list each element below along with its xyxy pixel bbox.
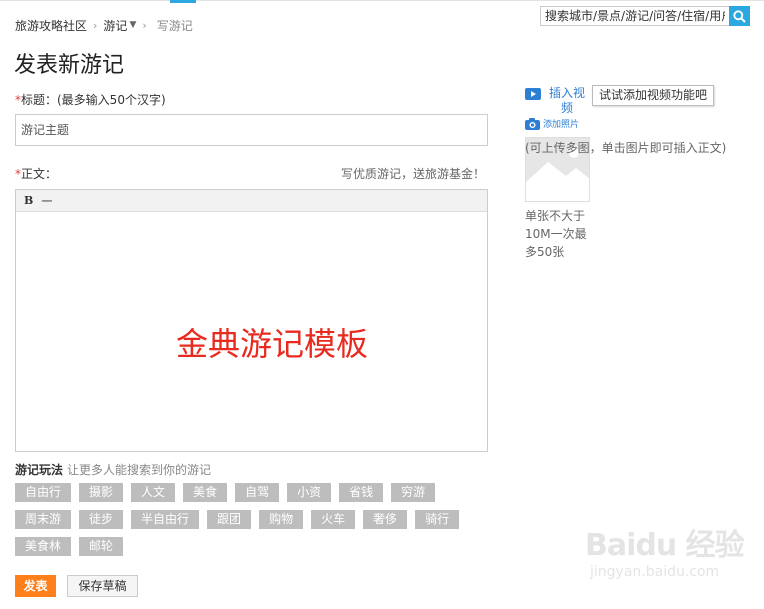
tag[interactable]: 省钱	[339, 483, 384, 502]
tag[interactable]: 奢侈	[363, 510, 408, 529]
caret-down-icon[interactable]: ▼	[129, 20, 136, 30]
baidu-logo: Baidu 经验	[585, 528, 745, 563]
breadcrumb: 旅游攻略社区 › 游记 ▼ › 写游记	[15, 15, 193, 35]
body-label: *正文：	[15, 165, 57, 182]
title-label-text: 标题：(最多输入50个汉字)	[21, 93, 166, 107]
size-hint: 单张不大于10M一次最多50张	[525, 209, 587, 259]
video-icon	[525, 88, 541, 100]
search-box	[540, 6, 750, 26]
search-icon	[733, 9, 746, 23]
breadcrumb-separator: ›	[142, 18, 147, 32]
tags-title: 游记玩法 让更多人能搜索到你的游记	[15, 461, 211, 478]
page-title: 发表新游记	[14, 53, 125, 78]
tag[interactable]: 火车	[311, 510, 356, 529]
tag-row: 周末游 徒步 半自由行 跟团 购物 火车 奢侈 骑行	[15, 510, 495, 529]
body-hint: 写优质游记，送旅游基金！	[340, 167, 485, 181]
tag[interactable]: 邮轮	[79, 537, 124, 556]
baidu-watermark: Baidu 经验 jingyan.baidu.com	[585, 520, 760, 600]
editor-toolbar: B 一	[16, 190, 487, 212]
add-photo[interactable]: 添加照片	[525, 117, 579, 130]
tag[interactable]: 人文	[131, 483, 176, 502]
title-input[interactable]	[15, 114, 488, 146]
tags-subtitle: 让更多人能搜索到你的游记	[67, 463, 212, 477]
bold-button[interactable]: B	[24, 194, 33, 207]
tag-row: 自由行 摄影 人文 美食 自驾 小资 省钱 穷游	[15, 483, 495, 502]
title-label: *标题：(最多输入50个汉字)	[15, 91, 166, 108]
tag[interactable]: 美食林	[15, 537, 72, 556]
editor-overlay-text: 金典游记模板	[176, 325, 369, 363]
add-photo-label[interactable]: 添加照片	[543, 117, 579, 130]
top-divider	[0, 0, 764, 3]
publish-button[interactable]: 发表	[15, 575, 56, 597]
upload-hint: (可上传多图，单击图片即可插入正文)	[525, 141, 727, 155]
breadcrumb-current: 写游记	[156, 18, 193, 33]
tag[interactable]: 美食	[183, 483, 228, 502]
save-draft-button[interactable]: 保存草稿	[67, 575, 138, 597]
tag-list: 自由行 摄影 人文 美食 自驾 小资 省钱 穷游 周末游 徒步 半自由行 跟团 …	[15, 483, 495, 564]
tag-row: 美食林 邮轮	[15, 537, 495, 556]
camera-icon	[525, 117, 540, 130]
tag[interactable]: 穷游	[391, 483, 436, 502]
tag[interactable]: 周末游	[15, 510, 72, 529]
insert-video-label[interactable]: 插入视频	[545, 86, 589, 116]
breadcrumb-community[interactable]: 旅游攻略社区	[15, 17, 87, 34]
tag[interactable]: 小资	[287, 483, 332, 502]
body-label-text: 正文：	[21, 167, 58, 181]
tag[interactable]: 骑行	[415, 510, 460, 529]
tag[interactable]: 自由行	[15, 483, 72, 502]
search-button[interactable]	[729, 6, 750, 26]
search-input[interactable]	[540, 6, 729, 26]
tag[interactable]: 摄影	[79, 483, 124, 502]
rich-text-editor: B 一 金典游记模板	[15, 189, 488, 452]
tag[interactable]: 自驾	[235, 483, 280, 502]
tag[interactable]: 跟团	[207, 510, 252, 529]
tag[interactable]: 购物	[259, 510, 304, 529]
insert-video[interactable]: 插入视频	[525, 86, 589, 116]
tag[interactable]: 半自由行	[131, 510, 200, 529]
tag[interactable]: 徒步	[79, 510, 124, 529]
editor-body[interactable]: 金典游记模板	[16, 212, 487, 451]
breadcrumb-separator: ›	[93, 18, 98, 32]
video-tooltip: 试试添加视频功能吧	[592, 85, 715, 106]
top-accent-bar	[170, 0, 196, 3]
tags-heading: 游记玩法	[15, 463, 64, 477]
horizontal-line-button[interactable]: 一	[41, 193, 52, 209]
breadcrumb-section[interactable]: 游记	[103, 17, 127, 34]
baidu-url: jingyan.baidu.com	[590, 564, 720, 580]
